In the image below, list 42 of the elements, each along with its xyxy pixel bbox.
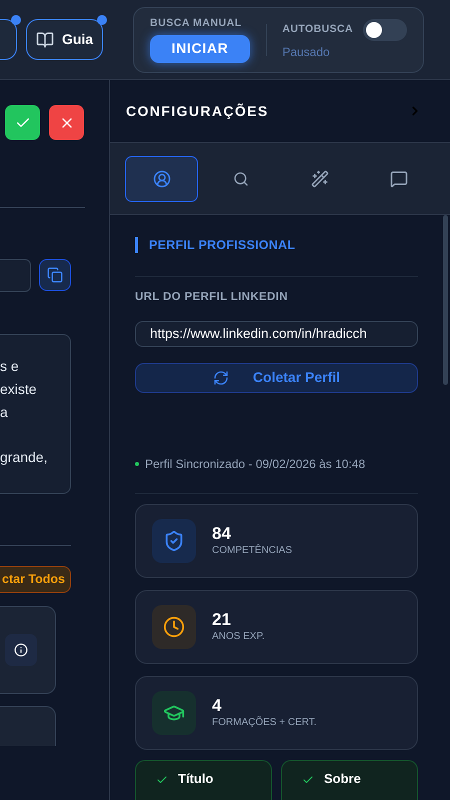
url-label: URL DO PERFIL LINKEDIN xyxy=(135,290,289,305)
autosearch-status: Pausado xyxy=(282,44,331,60)
panel-title: CONFIGURAÇÕES xyxy=(126,102,269,121)
clock-icon xyxy=(163,616,185,638)
url-field[interactable]: https://www.linkedin.com/in/hradicch xyxy=(135,320,418,346)
collect-profile-button[interactable]: Coletar Perfil xyxy=(135,362,418,394)
text-paragraph: s e existe a xyxy=(0,357,38,422)
refresh-icon xyxy=(212,370,229,386)
text-paragraph: grande, xyxy=(0,448,48,467)
text-area[interactable]: s e existe a grande, xyxy=(0,334,71,494)
shield-check-icon xyxy=(163,530,185,552)
stat-label: COMPETÊNCIAS xyxy=(212,543,292,558)
settings-tab[interactable] xyxy=(125,156,198,202)
info-icon xyxy=(14,643,28,657)
book-icon xyxy=(36,30,54,48)
start-button[interactable]: INICIAR xyxy=(150,34,250,63)
search-icon xyxy=(232,170,248,186)
stat-value: 4 xyxy=(212,696,222,715)
stat-value: 84 xyxy=(212,524,232,543)
stat-value: 21 xyxy=(212,610,232,629)
stat-label: ANOS EXP. xyxy=(212,630,265,644)
section-title: PERFIL PROFISSIONAL xyxy=(149,236,296,254)
list-card xyxy=(0,706,56,746)
sync-status: Perfil Sincronizado - 09/02/2026 às 10:48 xyxy=(145,456,366,474)
item-label: Sobre xyxy=(324,771,361,787)
chat-icon xyxy=(390,170,408,188)
autosearch-label: AUTOBUSCA xyxy=(282,22,353,37)
autosearch-toggle[interactable] xyxy=(363,18,407,40)
copy-button[interactable] xyxy=(39,259,71,291)
stat-label: FORMAÇÕES + CERT. xyxy=(212,715,317,730)
checked-item[interactable]: Sobre xyxy=(281,760,418,800)
manual-search-label: BUSCA MANUAL xyxy=(150,16,242,32)
checked-item[interactable]: Título xyxy=(135,760,272,800)
select-all-button[interactable]: ctar Todos xyxy=(0,566,71,593)
approve-button[interactable] xyxy=(5,105,40,140)
reject-button[interactable] xyxy=(49,105,84,140)
copy-icon xyxy=(47,267,63,283)
item-label: Título xyxy=(178,771,214,787)
scrollbar-thumb[interactable] xyxy=(443,215,448,385)
text-field[interactable] xyxy=(0,259,31,292)
user-icon xyxy=(152,170,170,188)
magic-wand-icon xyxy=(310,170,328,188)
